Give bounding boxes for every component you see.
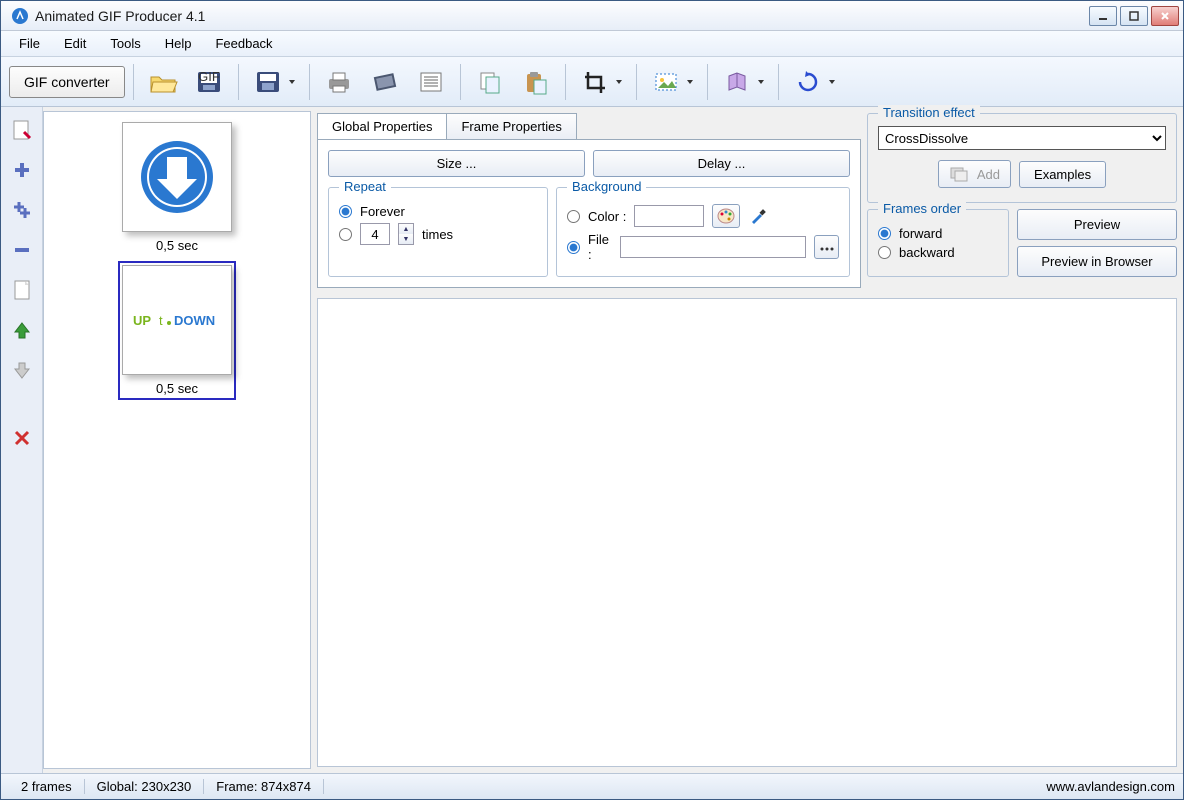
menu-help[interactable]: Help bbox=[155, 33, 202, 54]
crop-button[interactable] bbox=[574, 63, 628, 101]
frames-order-legend: Frames order bbox=[878, 201, 966, 216]
paste-button[interactable] bbox=[515, 63, 557, 101]
examples-button[interactable]: Examples bbox=[1019, 161, 1106, 188]
add-transition-button[interactable]: Add bbox=[938, 160, 1011, 188]
menubar: File Edit Tools Help Feedback bbox=[1, 31, 1183, 57]
image-button[interactable] bbox=[645, 63, 699, 101]
bg-color-input[interactable] bbox=[634, 205, 704, 227]
print-button[interactable] bbox=[318, 63, 360, 101]
statusbar: 2 frames Global: 230x230 Frame: 874x874 … bbox=[1, 773, 1183, 799]
repeat-forever-label: Forever bbox=[360, 204, 405, 219]
status-url[interactable]: www.avlandesign.com bbox=[1046, 779, 1175, 794]
app-icon bbox=[11, 7, 29, 25]
bg-color-label: Color : bbox=[588, 209, 626, 224]
add-icon[interactable] bbox=[7, 155, 37, 185]
menu-feedback[interactable]: Feedback bbox=[205, 33, 282, 54]
copy-button[interactable] bbox=[469, 63, 511, 101]
repeat-times-spinner[interactable]: ▲▼ bbox=[398, 223, 414, 245]
move-up-icon[interactable] bbox=[7, 315, 37, 345]
menu-edit[interactable]: Edit bbox=[54, 33, 96, 54]
tabs: Global Properties Frame Properties bbox=[317, 113, 861, 139]
bg-file-radio[interactable] bbox=[567, 241, 580, 254]
bg-file-input[interactable] bbox=[620, 236, 806, 258]
repeat-group: Repeat Forever ▲▼ times bbox=[328, 187, 548, 277]
order-backward-label: backward bbox=[899, 245, 955, 260]
maximize-button[interactable] bbox=[1120, 6, 1148, 26]
add-multi-icon[interactable] bbox=[7, 195, 37, 225]
frame-thumb-2: UP t DOWN bbox=[122, 265, 232, 375]
repeat-times-radio[interactable] bbox=[339, 228, 352, 241]
list-button[interactable] bbox=[410, 63, 452, 101]
menu-file[interactable]: File bbox=[9, 33, 50, 54]
repeat-times-input[interactable] bbox=[360, 223, 390, 245]
move-down-icon[interactable] bbox=[7, 355, 37, 385]
gif-save-button[interactable]: GIF bbox=[188, 63, 230, 101]
order-forward-radio[interactable] bbox=[878, 227, 891, 240]
tab-global-properties[interactable]: Global Properties bbox=[317, 113, 447, 139]
tab-frame-properties[interactable]: Frame Properties bbox=[446, 113, 576, 139]
svg-text:GIF: GIF bbox=[198, 69, 220, 84]
minimize-button[interactable] bbox=[1089, 6, 1117, 26]
order-backward-radio[interactable] bbox=[878, 246, 891, 259]
eyedropper-icon[interactable] bbox=[748, 206, 768, 226]
refresh-button[interactable] bbox=[787, 63, 841, 101]
repeat-forever-radio[interactable] bbox=[339, 205, 352, 218]
frames-order-group: Frames order forward backward bbox=[867, 209, 1009, 277]
paint-icon[interactable] bbox=[7, 115, 37, 145]
toolbar: GIF converter GIF bbox=[1, 57, 1183, 107]
close-button[interactable] bbox=[1151, 6, 1179, 26]
video-button[interactable] bbox=[364, 63, 406, 101]
side-toolbar bbox=[1, 107, 43, 773]
frames-stack-icon bbox=[949, 166, 971, 182]
menu-tools[interactable]: Tools bbox=[100, 33, 150, 54]
preview-button[interactable]: Preview bbox=[1017, 209, 1177, 240]
canvas bbox=[317, 298, 1177, 767]
preview-browser-button[interactable]: Preview in Browser bbox=[1017, 246, 1177, 277]
palette-icon[interactable] bbox=[712, 204, 740, 228]
svg-text:DOWN: DOWN bbox=[174, 313, 215, 328]
frame-caption: 0,5 sec bbox=[122, 381, 232, 396]
global-properties-panel: Size ... Delay ... Repeat Forever bbox=[317, 139, 861, 288]
frame-thumb-1 bbox=[122, 122, 232, 232]
background-legend: Background bbox=[567, 179, 646, 194]
save-button[interactable] bbox=[247, 63, 301, 101]
transition-group: Transition effect CrossDissolve Add Exam… bbox=[867, 113, 1177, 203]
status-frame: Frame: 874x874 bbox=[204, 779, 324, 794]
svg-text:UP: UP bbox=[133, 313, 151, 328]
frame-item[interactable]: UP t DOWN 0,5 sec bbox=[118, 261, 236, 400]
svg-text:t: t bbox=[159, 313, 163, 328]
background-group: Background Color : bbox=[556, 187, 850, 277]
bg-color-radio[interactable] bbox=[567, 210, 580, 223]
size-button[interactable]: Size ... bbox=[328, 150, 585, 177]
new-page-icon[interactable] bbox=[7, 275, 37, 305]
delay-button[interactable]: Delay ... bbox=[593, 150, 850, 177]
window-title: Animated GIF Producer 4.1 bbox=[35, 8, 1089, 24]
frame-caption: 0,5 sec bbox=[122, 238, 232, 253]
status-frames: 2 frames bbox=[9, 779, 85, 794]
frames-panel: 0,5 sec UP t DOWN 0,5 sec bbox=[43, 111, 311, 769]
bg-file-label: File : bbox=[588, 232, 612, 262]
gif-converter-button[interactable]: GIF converter bbox=[9, 66, 125, 98]
book-button[interactable] bbox=[716, 63, 770, 101]
open-folder-button[interactable] bbox=[142, 63, 184, 101]
status-global: Global: 230x230 bbox=[85, 779, 205, 794]
transition-select[interactable]: CrossDissolve bbox=[878, 126, 1166, 150]
repeat-legend: Repeat bbox=[339, 179, 391, 194]
frame-item[interactable]: 0,5 sec bbox=[122, 122, 232, 253]
repeat-times-label: times bbox=[422, 227, 453, 242]
transition-legend: Transition effect bbox=[878, 105, 980, 120]
titlebar: Animated GIF Producer 4.1 bbox=[1, 1, 1183, 31]
remove-icon[interactable] bbox=[7, 235, 37, 265]
browse-file-button[interactable] bbox=[814, 235, 839, 259]
delete-icon[interactable] bbox=[7, 423, 37, 453]
order-forward-label: forward bbox=[899, 226, 942, 241]
